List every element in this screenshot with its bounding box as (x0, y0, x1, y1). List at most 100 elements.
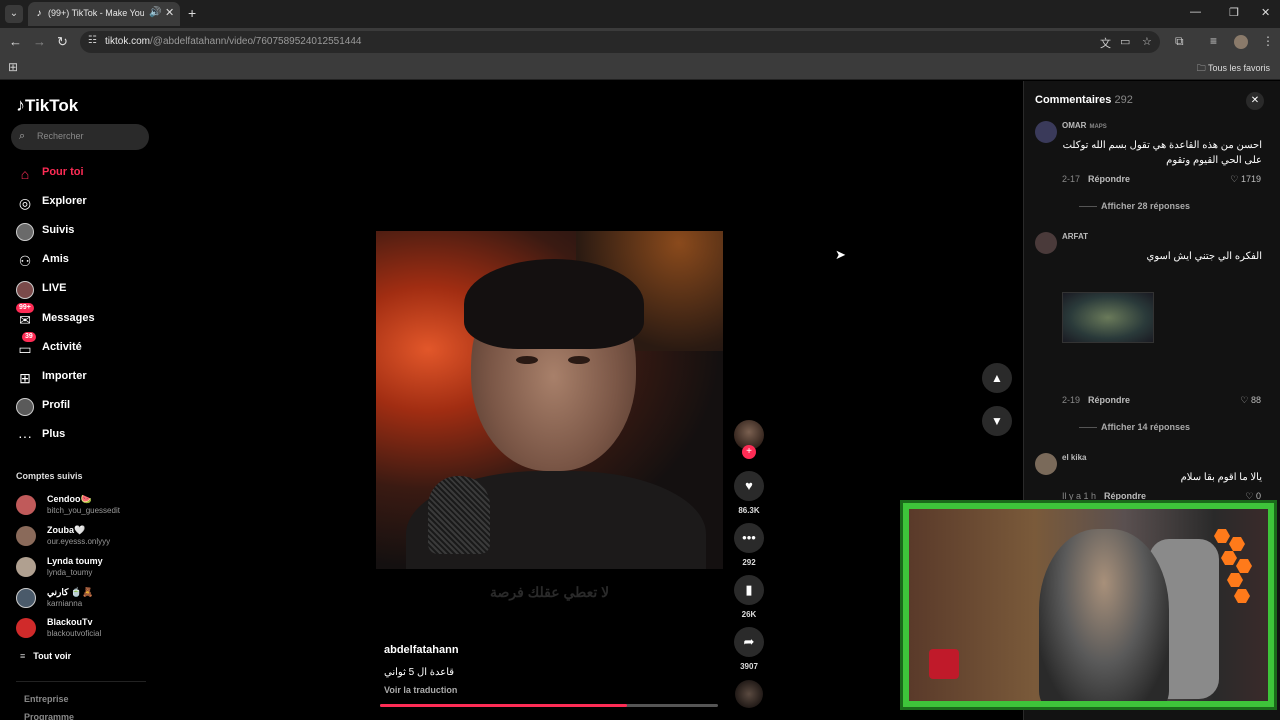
new-tab-icon[interactable]: + (188, 5, 196, 21)
comment-button[interactable]: ••• 292 (734, 523, 764, 567)
browser-menu-icon[interactable]: ⋮ (1262, 34, 1274, 48)
comment-username[interactable]: ARFAT (1062, 232, 1088, 241)
nav-amis[interactable]: ⚇ Amis (14, 250, 154, 272)
comment-like-button[interactable]: ♡ 88 (1240, 395, 1261, 406)
cast-icon[interactable]: ▭ (1120, 35, 1130, 48)
followed-account[interactable]: BlackouTv blackoutvoficial (16, 616, 156, 642)
user-tag: MAPS (1089, 124, 1107, 130)
restore-icon[interactable]: ❐ (1229, 6, 1239, 19)
translate-icon[interactable]: 文 (1100, 35, 1111, 51)
avatar[interactable] (1035, 232, 1057, 254)
tiktok-note-icon: ♪ (16, 95, 25, 115)
video-subtitle: لا تعطي عقلك فرصة (490, 584, 610, 600)
nav-label: LIVE (42, 282, 67, 294)
browser-tab[interactable]: ♪ (99+) TikTok - Make Your Day 🔊 ✕ (28, 2, 180, 26)
followed-name: Lynda toumy (47, 556, 103, 566)
nav-suivis[interactable]: Suivis (14, 221, 154, 243)
save-button[interactable]: ▮ 26K (734, 575, 764, 619)
nav-pour-toi[interactable]: ⌂ Pour toi (14, 163, 154, 185)
url-text: tiktok.com/@abdelfatahann/video/76075895… (105, 36, 361, 47)
see-all-button[interactable]: ≡ Tout voir (20, 651, 71, 661)
browser-tabbar: ⌄ ♪ (99+) TikTok - Make Your Day 🔊 ✕ + —… (0, 0, 1280, 28)
apps-grid-icon[interactable]: ⊞ (8, 60, 18, 74)
heart-icon: ♥ (734, 471, 764, 501)
share-count: 3907 (740, 662, 758, 671)
site-info-icon[interactable]: ☷ (88, 35, 97, 46)
tab-close-icon[interactable]: ✕ (165, 6, 174, 19)
like-button[interactable]: ♥ 86.3K (734, 471, 764, 515)
search-placeholder: Rechercher (37, 131, 84, 141)
previous-video-button[interactable]: ▲ (982, 363, 1012, 393)
video-person-eye (568, 356, 590, 364)
followed-accounts-title: Comptes suivis (16, 471, 83, 481)
followed-account[interactable]: Cendoo🍉 bitch_you_guessedit (16, 493, 156, 519)
nav-plus[interactable]: ··· Plus (14, 425, 154, 447)
followed-name: BlackouTv (47, 617, 93, 627)
comments-count: 292 (1114, 94, 1133, 106)
back-icon[interactable]: ← (9, 34, 22, 50)
profile-icon (16, 398, 34, 416)
reload-icon[interactable]: ↻ (57, 34, 68, 50)
nav-explorer[interactable]: ◎ Explorer (14, 192, 154, 214)
followed-account[interactable]: Zouba🤍 our.eyesss.onlyyy (16, 524, 156, 550)
nav-messages[interactable]: ✉ 99+ Messages (14, 303, 154, 331)
comment-meta: 2-19 Répondre (1062, 395, 1130, 405)
followed-account[interactable]: كارني 🍵🧸 karnianna (16, 586, 156, 612)
minimize-icon[interactable]: — (1190, 6, 1201, 18)
show-replies-button[interactable]: Afficher 14 réponses (1079, 422, 1190, 432)
nav-importer[interactable]: ⊞ Importer (14, 367, 154, 389)
extensions-icon[interactable]: ⧉ (1175, 34, 1184, 49)
avatar[interactable] (1035, 121, 1057, 143)
nav-activite[interactable]: ▭ 39 Activité (14, 332, 154, 360)
list-icon: ≡ (20, 651, 26, 661)
tiktok-sidebar: ♪TikTok ⌕ Rechercher ⌂ Pour toi ◎ Explor… (0, 81, 160, 720)
footer-link-entreprise[interactable]: Entreprise (24, 694, 69, 704)
webcam-red-light (929, 649, 959, 679)
media-controls-icon[interactable]: ≡ (1210, 34, 1217, 48)
activity-badge: 39 (22, 332, 36, 342)
address-bar[interactable]: ☷ tiktok.com/@abdelfatahann/video/760758… (80, 31, 1160, 53)
comment-user[interactable]: OMAR MAPS (1062, 121, 1107, 130)
comment-username[interactable]: el kika (1062, 453, 1086, 462)
reply-button[interactable]: Répondre (1088, 395, 1130, 405)
show-replies-button[interactable]: Afficher 28 réponses (1079, 201, 1190, 211)
bookmark-star-icon[interactable]: ☆ (1142, 35, 1152, 48)
all-bookmarks-folder[interactable]: 🗀 Tous les favoris (1197, 61, 1270, 77)
forward-icon[interactable]: → (33, 34, 46, 50)
see-translation-link[interactable]: Voir la traduction (384, 685, 457, 695)
audio-playing-icon[interactable]: 🔊 (149, 7, 161, 18)
share-button[interactable]: ➦ 3907 (734, 627, 764, 671)
nav-profil[interactable]: Profil (14, 396, 154, 418)
follow-plus-icon[interactable]: + (742, 445, 756, 459)
comment-text: احسن من هذه القاعدة هي تقول بسم الله توك… (1062, 140, 1262, 166)
comment-like-button[interactable]: ♡ 1719 (1230, 174, 1261, 185)
footer-link-programme[interactable]: Programme (24, 712, 74, 720)
video-author[interactable]: abdelfatahann (384, 644, 459, 656)
sidebar-divider (16, 681, 146, 682)
video-progress-bar[interactable] (380, 704, 718, 707)
video-player[interactable] (376, 231, 723, 569)
bookmarks-bar: ⊞ 🗀 Tous les favoris (0, 56, 1280, 80)
followed-account[interactable]: Lynda toumy lynda_toumy (16, 555, 156, 581)
avatar[interactable] (1035, 453, 1057, 475)
nav-label: Explorer (42, 195, 87, 207)
logo-text: TikTok (25, 96, 79, 115)
bookmark-icon: ▮ (734, 575, 764, 605)
reply-button[interactable]: Répondre (1088, 174, 1130, 184)
nav-label: Activité (42, 341, 82, 353)
avatar (16, 495, 36, 515)
hex-light (1214, 529, 1230, 543)
next-video-button[interactable]: ▼ (982, 406, 1012, 436)
followed-username: bitch_you_guessedit (47, 506, 120, 515)
tab-search-icon[interactable]: ⌄ (5, 5, 23, 23)
sound-disc[interactable] (735, 680, 763, 708)
close-comments-icon[interactable]: ✕ (1246, 92, 1264, 110)
chevron-down-icon: ▼ (991, 414, 1003, 428)
window-close-icon[interactable]: ✕ (1261, 6, 1270, 19)
following-avatar-icon (16, 223, 34, 241)
profile-avatar-icon[interactable] (1234, 35, 1248, 49)
nav-live[interactable]: LIVE (14, 279, 154, 301)
tiktok-logo[interactable]: ♪TikTok (16, 95, 78, 116)
hex-light (1234, 589, 1250, 603)
search-input[interactable]: ⌕ Rechercher (11, 124, 149, 150)
